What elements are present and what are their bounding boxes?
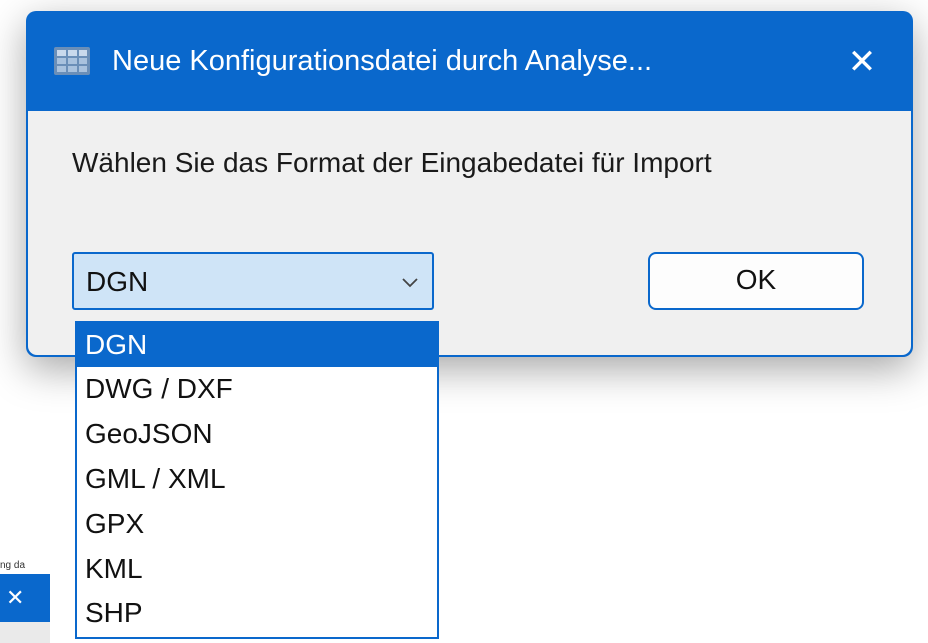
dropdown-option-geojson[interactable]: GeoJSON [77,412,437,456]
ok-button[interactable]: OK [648,252,864,310]
format-dropdown-list: DGN DWG / DXF GeoJSON GML / XML GPX KML … [75,321,439,639]
background-close-icon[interactable]: ✕ [0,574,50,622]
background-window: ng da ✕ [0,560,50,643]
dropdown-option-kml[interactable]: KML [77,547,437,591]
dialog-content: Wählen Sie das Format der Eingabedatei f… [28,111,911,355]
close-icon[interactable]: ✕ [836,39,888,85]
dialog-titlebar[interactable]: Neue Konfigurationsdatei durch Analyse..… [26,11,913,111]
format-select[interactable]: DGN [72,252,434,310]
dropdown-option-shp[interactable]: SHP [77,591,437,635]
dropdown-option-dwg-dxf[interactable]: DWG / DXF [77,367,437,411]
table-grid-icon [54,47,90,75]
dialog-title: Neue Konfigurationsdatei durch Analyse..… [112,45,653,77]
dropdown-option-gml-xml[interactable]: GML / XML [77,457,437,501]
dropdown-option-gpx[interactable]: GPX [77,502,437,546]
dropdown-option-dgn[interactable]: DGN [77,323,437,367]
background-window-body [0,622,50,643]
chevron-down-icon [402,278,418,288]
format-prompt-label: Wählen Sie das Format der Eingabedatei f… [72,147,712,178]
background-window-title: ng da [0,560,50,574]
analyse-dialog: Neue Konfigurationsdatei durch Analyse..… [26,11,913,357]
format-select-value: DGN [86,266,149,297]
